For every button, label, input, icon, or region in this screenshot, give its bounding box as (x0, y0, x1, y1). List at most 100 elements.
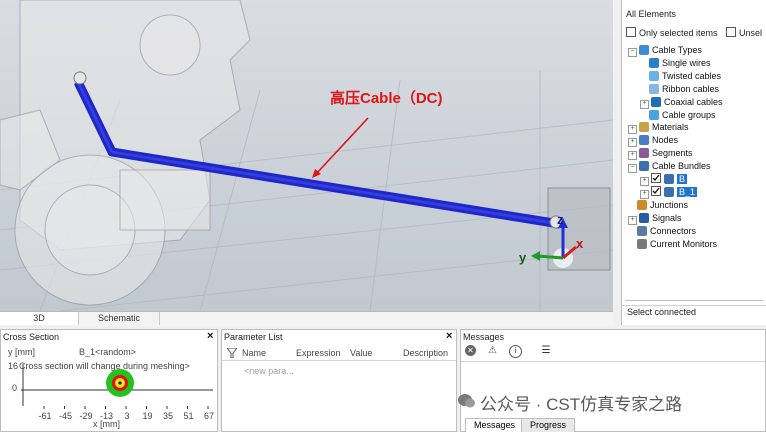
tree-item-label: B (677, 174, 688, 184)
ribbon-cable-icon (649, 83, 659, 94)
expander-icon[interactable]: + (628, 151, 637, 161)
x-axis-label: x (576, 236, 584, 251)
3d-viewport[interactable]: 高压Cable（DC) z y x (0, 0, 613, 311)
expander-icon[interactable]: + (628, 125, 637, 135)
warning-filter-icon[interactable]: ⚠ (487, 345, 498, 356)
y-axis-label: y (519, 250, 527, 265)
tab-3d[interactable]: 3D (0, 312, 79, 325)
tab-schematic[interactable]: Schematic (79, 312, 160, 325)
only-selected-label: Only selected items (639, 28, 718, 38)
tree-item-coaxial-cables[interactable]: + Coaxial cables (640, 96, 723, 109)
tree-item-label: Segments (652, 148, 693, 159)
tree-item-nodes[interactable]: + Nodes (628, 134, 678, 148)
viewport-tabbar: 3D Schematic (0, 311, 613, 326)
col-value[interactable]: Value (350, 348, 372, 358)
expander-icon[interactable]: + (628, 138, 637, 148)
filter-icon[interactable] (227, 348, 237, 358)
visibility-checkbox[interactable] (651, 173, 661, 183)
tree-item-cable-types[interactable]: − Cable Types (628, 44, 702, 57)
tree-title: All Elements (626, 9, 677, 19)
only-selected-checkbox[interactable] (626, 27, 636, 37)
select-connected-button[interactable]: Select connected (621, 305, 766, 318)
tree-item-label: Cable Types (652, 45, 702, 55)
parameter-list-panel: Parameter List × Name Expression Value D… (221, 329, 457, 432)
cs-xtick: 19 (142, 411, 153, 421)
tree-item-ribbon-cables[interactable]: Ribbon cables (640, 83, 719, 95)
cs-xtick: 51 (183, 411, 194, 421)
tree-item-current-monitors[interactable]: Current Monitors (628, 238, 717, 250)
only-selected-toggle[interactable]: Only selected items Unsel (626, 27, 762, 38)
visibility-checkbox[interactable] (651, 185, 661, 196)
tree-item-segments[interactable]: + Segments (628, 147, 693, 161)
tree-item-twisted-cables[interactable]: Twisted cables (640, 70, 721, 82)
cs-xtick: 67 (203, 411, 214, 421)
expander-icon[interactable]: + (640, 99, 649, 109)
expander-icon[interactable]: − (628, 48, 637, 57)
new-parameter-row[interactable]: <new para... (244, 366, 294, 376)
cs-xtick: -61 (38, 411, 52, 421)
tree-item-single-wires[interactable]: Single wires (640, 57, 711, 69)
tree-item-signals[interactable]: + Signals (628, 212, 682, 225)
current-monitor-icon (637, 238, 647, 249)
cable-types-icon (639, 45, 649, 55)
messages-toolbar: ✕ ⚠ i ☰ (465, 345, 555, 359)
tree-item-label: Ribbon cables (662, 83, 720, 94)
parameter-list-title: Parameter List (224, 332, 283, 342)
materials-icon (639, 122, 649, 133)
tree-item-label: Cable groups (662, 109, 716, 120)
messages-title: Messages (463, 332, 505, 342)
expander-icon (640, 72, 647, 79)
signals-icon (639, 212, 649, 223)
expander-icon (640, 85, 647, 92)
col-expression[interactable]: Expression (296, 348, 341, 358)
tree-item-label: Connectors (650, 225, 697, 236)
close-icon[interactable]: × (446, 330, 452, 342)
unselect-button[interactable]: Unsel (726, 27, 762, 38)
error-filter-icon[interactable]: ✕ (465, 345, 476, 356)
tree-item-label: B_1 (677, 186, 698, 197)
wechat-logo-icon (458, 393, 475, 408)
tab-messages[interactable]: Messages (465, 418, 525, 432)
tree-divider (625, 300, 763, 301)
copy-messages-icon[interactable]: ☰ (540, 345, 552, 356)
info-filter-icon[interactable]: i (509, 345, 522, 358)
tree-item-junctions[interactable]: Junctions (628, 199, 688, 211)
navigation-tree-panel: All Elements Only selected items Unsel −… (621, 0, 766, 325)
coaxial-cable-icon (651, 96, 661, 107)
tree-item-materials[interactable]: + Materials (628, 121, 689, 135)
tree-item-label: Single wires (662, 57, 711, 68)
annotation-label: 高压Cable（DC) (330, 89, 443, 107)
col-name[interactable]: Name (242, 348, 266, 358)
expander-icon (628, 227, 635, 234)
tree-item-cable-bundles[interactable]: − Cable Bundles (628, 160, 711, 174)
tree-item-cable-groups[interactable]: Cable groups (640, 109, 716, 121)
tree-item-b[interactable]: + B (640, 173, 688, 186)
expander-icon (628, 201, 635, 208)
single-wire-icon (649, 57, 659, 68)
expander-icon (640, 59, 647, 66)
tree-item-b-1[interactable]: + B_1 (640, 185, 698, 199)
expander-icon[interactable]: + (640, 189, 649, 199)
expander-icon[interactable]: + (640, 177, 649, 186)
expander-icon[interactable]: − (628, 164, 637, 174)
col-description[interactable]: Description (403, 348, 448, 358)
tree-item-connectors[interactable]: Connectors (628, 225, 696, 237)
parameter-header-row: Name Expression Value Description (222, 345, 456, 361)
messages-panel: Messages ✕ ⚠ i ☰ Messages Progress (460, 329, 766, 432)
tree-item-label: Junctions (650, 199, 689, 210)
tree-item-label: Signals (652, 212, 682, 223)
z-axis-label: z (557, 212, 564, 227)
nodes-icon (639, 135, 649, 146)
cs-xtick: -45 (58, 411, 72, 421)
segments-icon (639, 148, 649, 159)
cross-section-panel: Cross Section × y [mm] B_1<random> Cross… (0, 329, 218, 432)
tree-item-label: Current Monitors (650, 238, 718, 249)
cable-bundles-icon (639, 161, 649, 172)
expander-icon[interactable]: + (628, 215, 637, 225)
tree-item-label: Coaxial cables (664, 96, 723, 107)
messages-divider (461, 361, 765, 362)
tab-progress[interactable]: Progress (521, 418, 576, 432)
cable-center (118, 381, 122, 385)
bundle-icon (664, 186, 674, 197)
unselect-checkbox[interactable] (726, 27, 737, 37)
